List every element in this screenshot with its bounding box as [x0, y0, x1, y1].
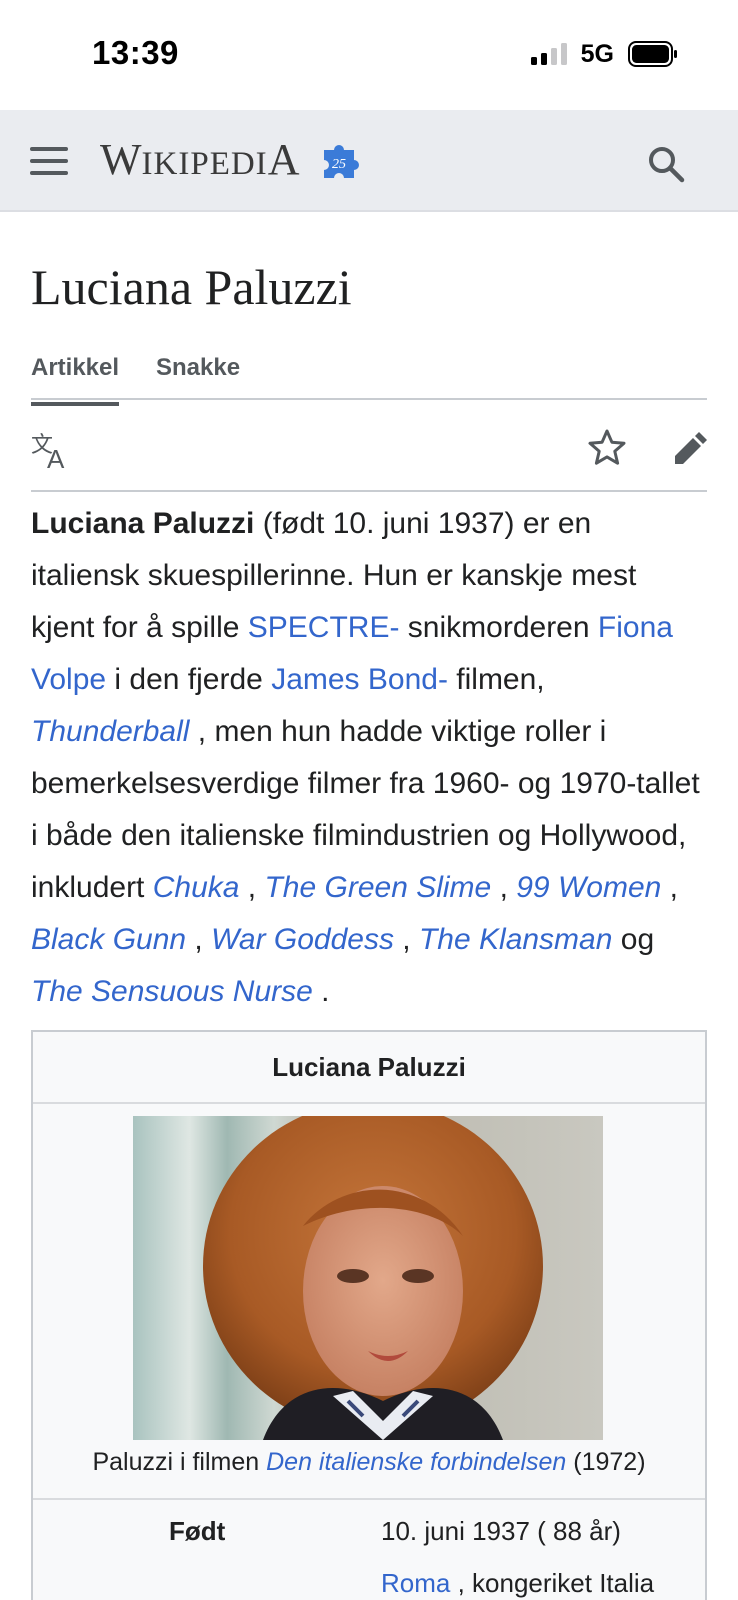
link-99-women[interactable]: 99 Women — [516, 871, 661, 904]
puzzle-badge-text: 25 — [332, 157, 346, 172]
network-type: 5G — [580, 39, 614, 68]
link-spectre[interactable]: SPECTRE- — [248, 611, 400, 644]
caption-text: (1972) — [566, 1448, 646, 1476]
link-chuka[interactable]: Chuka — [153, 871, 240, 904]
infobox-value-birthplace: Roma , kongeriket Italia — [381, 1568, 654, 1599]
edit-pencil-icon[interactable] — [669, 428, 709, 468]
battery-icon — [628, 41, 677, 67]
lead-text: . — [312, 975, 330, 1008]
link-war-goddess[interactable]: War Goddess — [211, 923, 394, 956]
separator: , — [661, 871, 678, 904]
hamburger-icon-bar — [30, 159, 68, 163]
lead-text: snikmorderen — [399, 611, 598, 644]
subject-bold: Luciana Paluzzi — [31, 507, 255, 540]
link-james-bond[interactable]: James Bond- — [271, 663, 448, 696]
wikipedia-25-puzzle-icon: 25 — [324, 145, 359, 178]
status-bar: 13:39 5G — [0, 0, 738, 110]
link-black-gunn[interactable]: Black Gunn — [31, 923, 186, 956]
lead-text: filmen, — [447, 663, 545, 696]
separator: , — [393, 923, 419, 956]
hamburger-icon-bar — [30, 171, 68, 175]
link-the-green-slime[interactable]: The Green Slime — [264, 871, 491, 904]
link-the-sensuous-nurse[interactable]: The Sensuous Nurse — [31, 975, 313, 1008]
wikipedia-wordmark[interactable]: W IKIPEDI A — [100, 134, 299, 185]
link-den-italienske-forbindelsen[interactable]: Den italienske forbindelsen — [266, 1448, 566, 1476]
infobox-photo[interactable] — [133, 1116, 603, 1440]
page-actions: 文 A — [31, 400, 707, 492]
page-title: Luciana Paluzzi — [31, 259, 352, 315]
namespace-tabs: Artikkel Snakke — [31, 348, 707, 406]
link-the-klansman[interactable]: The Klansman — [419, 923, 612, 956]
search-icon[interactable] — [646, 144, 686, 184]
separator: , — [239, 871, 265, 904]
infobox-caption: Paluzzi i filmen Den italienske forbinde… — [33, 1442, 705, 1482]
svg-text:A: A — [47, 444, 65, 470]
infobox-title: Luciana Paluzzi — [33, 1032, 705, 1104]
hamburger-icon-bar — [30, 147, 68, 151]
cellular-signal-icon — [530, 43, 567, 65]
lead-text: og — [612, 923, 655, 956]
wordmark-letter: A — [267, 135, 300, 184]
infobox: Luciana Paluzzi Paluzzi i filmen Den ita… — [31, 1030, 707, 1600]
language-icon[interactable]: 文 A — [31, 430, 71, 470]
status-indicators: 5G — [530, 38, 678, 70]
link-roma[interactable]: Roma — [381, 1568, 450, 1598]
separator: , — [491, 871, 517, 904]
separator: , — [186, 923, 212, 956]
wordmark-letter: W — [100, 135, 142, 184]
menu-button[interactable] — [30, 145, 68, 177]
infobox-label-born: Født — [169, 1516, 226, 1546]
birthplace-text: , kongeriket Italia — [450, 1568, 655, 1598]
lead-text: i den fjerde — [106, 663, 272, 696]
lead-paragraph: Luciana Paluzzi (født 10. juni 1937) er … — [31, 498, 707, 1018]
watch-star-icon[interactable] — [587, 428, 627, 468]
link-thunderball[interactable]: Thunderball — [31, 715, 189, 748]
status-time: 13:39 — [92, 34, 179, 71]
tab-talk[interactable]: Snakke — [156, 354, 240, 382]
portrait-image — [133, 1116, 603, 1440]
infobox-divider — [33, 1498, 705, 1500]
tab-article[interactable]: Artikkel — [31, 354, 120, 406]
infobox-value-born: 10. juni 1937 ( 88 år) — [381, 1516, 621, 1546]
wordmark-middle: IKIPEDI — [141, 146, 268, 182]
caption-text: Paluzzi i filmen — [92, 1448, 267, 1476]
site-header: W IKIPEDI A 25 — [0, 110, 738, 212]
